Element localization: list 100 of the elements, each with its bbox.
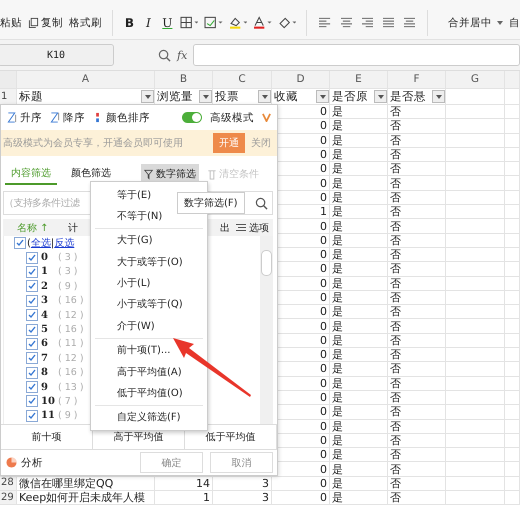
table-cell: 0 bbox=[320, 120, 327, 132]
separator-text: | bbox=[50, 238, 54, 249]
table-cell: 是 bbox=[332, 478, 343, 489]
value-label: 11 bbox=[41, 410, 55, 422]
value-count: ( 12 ) bbox=[58, 352, 84, 364]
value-label: 5 bbox=[41, 324, 49, 336]
value-label: 6 bbox=[41, 338, 49, 350]
table-cell: 0 bbox=[320, 178, 327, 189]
table-cell: 否 bbox=[390, 234, 401, 246]
table-cell: 是 bbox=[332, 234, 343, 246]
value-count: ( 13 ) bbox=[58, 382, 84, 393]
table-cell: 微信在哪里绑定QQ bbox=[19, 478, 114, 489]
value-label: 1 bbox=[41, 266, 49, 278]
table-cell: 0 bbox=[320, 434, 327, 446]
value-label: 0 bbox=[41, 252, 49, 264]
table-cell: 0 bbox=[320, 292, 327, 303]
table-cell: 否 bbox=[390, 464, 401, 475]
table-cell: 是 bbox=[332, 206, 343, 218]
table-cell: 0 bbox=[320, 378, 327, 389]
table-cell: 0 bbox=[320, 349, 327, 360]
table-cell: 是 bbox=[332, 263, 343, 274]
table-cell: 0 bbox=[320, 334, 327, 346]
header-cell: 是否悬 bbox=[390, 90, 426, 102]
table-cell: 1 bbox=[320, 206, 327, 218]
table-cell: 是 bbox=[332, 220, 343, 232]
table-cell: 是 bbox=[332, 320, 343, 332]
table-cell: 否 bbox=[390, 220, 401, 232]
table-cell: 是 bbox=[332, 292, 343, 303]
table-cell: 否 bbox=[390, 106, 401, 118]
table-cell: 否 bbox=[390, 392, 401, 404]
table-cell: 0 bbox=[320, 449, 327, 460]
value-count: ( 12 ) bbox=[58, 310, 84, 321]
table-cell: 否 bbox=[390, 420, 401, 432]
value-count: ( 7 ) bbox=[58, 396, 78, 407]
table-cell: 否 bbox=[390, 306, 401, 318]
value-label: 8 bbox=[41, 367, 49, 378]
table-cell: 否 bbox=[390, 434, 401, 446]
table-cell: 否 bbox=[390, 449, 401, 460]
table-cell: 是 bbox=[332, 120, 343, 132]
table-cell: 是 bbox=[332, 378, 343, 389]
table-cell: 否 bbox=[390, 249, 401, 260]
table-cell: 是 bbox=[332, 492, 343, 504]
table-cell: 0 bbox=[320, 234, 327, 246]
notice-text: 高级模式为会员专享，开通会员即可使用 bbox=[3, 136, 184, 150]
table-cell: 否 bbox=[390, 163, 401, 174]
value-count: ( 16 ) bbox=[58, 367, 84, 378]
table-cell: 是 bbox=[332, 249, 343, 260]
table-cell: 是 bbox=[332, 149, 343, 160]
table-cell: 否 bbox=[390, 206, 401, 218]
table-cell: 0 bbox=[320, 492, 327, 504]
table-cell: 否 bbox=[390, 478, 401, 489]
table-cell: 0 bbox=[320, 149, 327, 160]
table-cell: 0 bbox=[320, 220, 327, 232]
table-cell: 0 bbox=[320, 306, 327, 318]
table-cell: 否 bbox=[390, 178, 401, 189]
table-cell: 否 bbox=[390, 334, 401, 346]
table-cell: 否 bbox=[390, 149, 401, 160]
table-cell: 0 bbox=[320, 420, 327, 432]
value-label: 9 bbox=[41, 382, 49, 393]
header-cell: 标题 bbox=[19, 90, 43, 102]
table-cell: 是 bbox=[332, 278, 343, 289]
table-cell: 否 bbox=[390, 134, 401, 146]
table-cell: 否 bbox=[390, 292, 401, 303]
table-cell: 是 bbox=[332, 106, 343, 118]
bracket-text: ( bbox=[27, 238, 31, 249]
table-cell: 1 bbox=[203, 492, 210, 504]
table-cell: 是 bbox=[332, 363, 343, 374]
table-cell: 否 bbox=[390, 120, 401, 132]
table-cell: 否 bbox=[390, 192, 401, 203]
table-cell: 0 bbox=[320, 320, 327, 332]
value-label: 2 bbox=[41, 280, 49, 292]
table-cell: 是 bbox=[332, 306, 343, 318]
table-cell: 0 bbox=[320, 134, 327, 146]
table-cell: 否 bbox=[390, 363, 401, 374]
table-cell: 是 bbox=[332, 334, 343, 346]
table-cell: 0 bbox=[320, 406, 327, 418]
table-cell: 否 bbox=[390, 492, 401, 504]
table-cell: 3 bbox=[262, 478, 269, 489]
table-cell: 0 bbox=[320, 192, 327, 203]
table-cell: 是 bbox=[332, 449, 343, 460]
table-cell: 否 bbox=[390, 349, 401, 360]
table-cell: 14 bbox=[196, 478, 210, 489]
table-cell: 是 bbox=[332, 464, 343, 475]
table-cell: 是 bbox=[332, 392, 343, 404]
table-cell: 0 bbox=[320, 249, 327, 260]
value-count: ( 16 ) bbox=[58, 295, 84, 306]
table-cell: 0 bbox=[320, 106, 327, 118]
table-cell: 0 bbox=[320, 478, 327, 489]
value-label: 7 bbox=[41, 352, 49, 364]
table-cell: 是 bbox=[332, 434, 343, 446]
table-cell: 是 bbox=[332, 406, 343, 418]
value-label: 10 bbox=[41, 396, 55, 407]
table-cell: 0 bbox=[320, 464, 327, 475]
value-count: ( 9 ) bbox=[58, 280, 78, 292]
toggle-label: 高级模式 bbox=[210, 110, 254, 124]
value-count: ( 16 ) bbox=[58, 324, 84, 336]
value-count: ( 3 ) bbox=[58, 252, 78, 264]
table-cell: 0 bbox=[320, 392, 327, 404]
table-cell: 否 bbox=[390, 378, 401, 389]
table-cell: 是 bbox=[332, 420, 343, 432]
